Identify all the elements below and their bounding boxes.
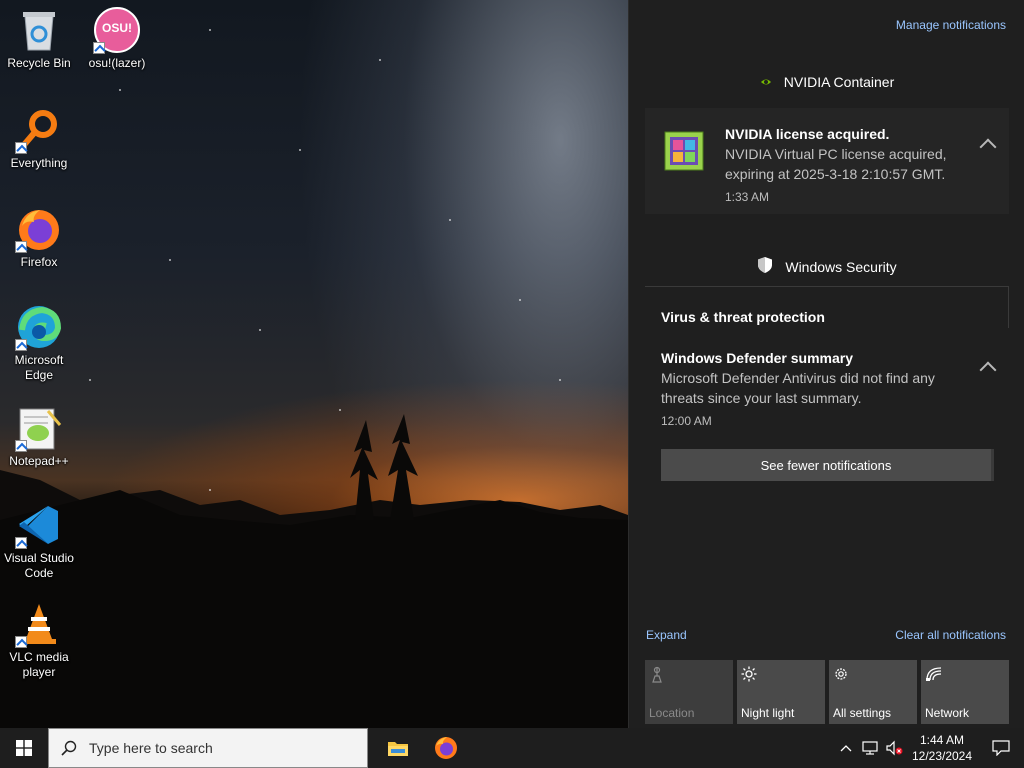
expand-quick-actions-link[interactable]: Expand [646,628,687,642]
gear-icon [833,666,849,687]
mountain-silhouette [0,414,628,728]
edge-desktop-icon[interactable]: Microsoft Edge [0,303,78,383]
see-fewer-notifications-button[interactable]: See fewer notifications [661,449,994,481]
nvidia-icon [760,74,772,90]
collapse-chevron-icon[interactable] [979,361,997,379]
shortcut-arrow-icon [93,42,105,54]
desktop-icon-label: Notepad++ [9,454,69,468]
search-placeholder: Type here to search [89,740,213,756]
quick-action-label: All settings [833,706,892,720]
quick-actions: Location Night light All settings Networ… [645,660,1009,724]
firefox-icon [435,737,457,759]
network-icon [925,666,943,687]
edge-icon [15,303,63,351]
ethernet-icon [862,741,878,755]
nvidia-chip-icon [663,130,705,177]
firefox-desktop-icon[interactable]: Firefox [0,205,78,270]
recycle-bin-icon [15,6,63,54]
desktop-wallpaper [0,0,628,728]
osu-logo-text: OSU! [102,21,132,35]
start-button[interactable] [0,728,48,768]
nvidia-group-header[interactable]: NVIDIA Container [629,74,1024,90]
desktop-icon-label: Visual Studio Code [4,551,74,580]
group-app-name: NVIDIA Container [783,74,895,90]
taskbar-file-explorer[interactable] [374,728,422,768]
virus-threat-protection-header[interactable]: Virus & threat protection [645,286,1009,328]
quick-action-label: Night light [741,706,795,720]
desktop-icon-label: Everything [10,156,68,170]
quick-action-network[interactable]: Network [921,660,1009,724]
notification-time: 1:33 AM [725,190,770,204]
desktop-icon-label: Firefox [20,255,58,269]
search-icon [61,740,77,756]
shortcut-arrow-icon [15,142,27,154]
network-tray-button[interactable] [858,728,882,768]
vlc-cone-icon [15,600,63,648]
clock-time: 1:44 AM [919,733,965,747]
collapse-chevron-icon[interactable] [979,138,997,156]
group-app-name: Windows Security [785,258,897,275]
taskbar: Type here to search 1:44 AM 12/23/2024 [0,728,1024,768]
notification-icon [992,740,1010,756]
volume-tray-button[interactable] [882,728,906,768]
file-explorer-icon [388,742,408,756]
recycle-bin-desktop-icon[interactable]: Recycle Bin [0,6,78,71]
night-light-icon [741,666,757,687]
action-center-button[interactable] [978,728,1024,768]
desktop-icon-label: osu!(lazer) [88,56,146,70]
everything-desktop-icon[interactable]: Everything [0,106,78,171]
shield-icon [757,256,773,277]
chevron-up-icon [840,745,852,752]
clock-date: 12/23/2024 [911,749,973,763]
firefox-icon [15,205,63,253]
desktop-icon-label: VLC media player [9,650,69,679]
shortcut-arrow-icon [15,537,27,549]
nvidia-notification[interactable]: NVIDIA license acquired. NVIDIA Virtual … [645,108,1009,214]
notification-title: NVIDIA license acquired. [725,126,890,142]
shortcut-arrow-icon [15,440,27,452]
osu-icon: OSU! [93,6,141,54]
system-tray: 1:44 AM 12/23/2024 [834,728,1024,768]
notepad-plus-plus-desktop-icon[interactable]: Notepad++ [0,404,78,469]
taskbar-search-box[interactable]: Type here to search [48,728,368,768]
notification-time: 12:00 AM [661,414,712,428]
manage-notifications-link[interactable]: Manage notifications [896,18,1006,32]
vscode-icon [15,501,63,549]
quick-action-all-settings[interactable]: All settings [829,660,917,724]
quick-action-label: Network [925,706,970,720]
shortcut-arrow-icon [15,636,27,648]
notification-title: Windows Defender summary [661,350,854,366]
action-center-panel: Manage notifications NVIDIA Container NV… [628,0,1024,728]
subgroup-title: Virus & threat protection [661,309,825,325]
windows-logo-icon [16,740,32,756]
taskbar-clock[interactable]: 1:44 AM 12/23/2024 [906,732,978,764]
vlc-desktop-icon[interactable]: VLC media player [0,600,78,680]
notepad-plus-plus-icon [15,404,63,452]
vscode-desktop-icon[interactable]: Visual Studio Code [0,501,78,581]
everything-search-icon [15,106,63,154]
show-hidden-icons-button[interactable] [834,728,858,768]
taskbar-firefox[interactable] [422,728,470,768]
desktop-icon-label: Recycle Bin [7,56,71,70]
notification-body: Microsoft Defender Antivirus did not fin… [661,370,935,406]
quick-action-night-light[interactable]: Night light [737,660,825,724]
volume-muted-icon [886,740,903,756]
quick-action-location[interactable]: Location [645,660,733,724]
location-icon [649,666,665,689]
defender-summary-notification[interactable]: Windows Defender summary Microsoft Defen… [645,336,1009,436]
shortcut-arrow-icon [15,339,27,351]
shortcut-arrow-icon [15,241,27,253]
notification-body: NVIDIA Virtual PC license acquired, expi… [725,146,947,182]
desktop-icon-label: Microsoft Edge [14,353,64,382]
osu-lazer-desktop-icon[interactable]: OSU! osu!(lazer) [78,6,156,71]
quick-action-label: Location [649,706,695,720]
windows-security-group-header[interactable]: Windows Security [629,256,1024,277]
clear-all-notifications-link[interactable]: Clear all notifications [895,628,1006,642]
